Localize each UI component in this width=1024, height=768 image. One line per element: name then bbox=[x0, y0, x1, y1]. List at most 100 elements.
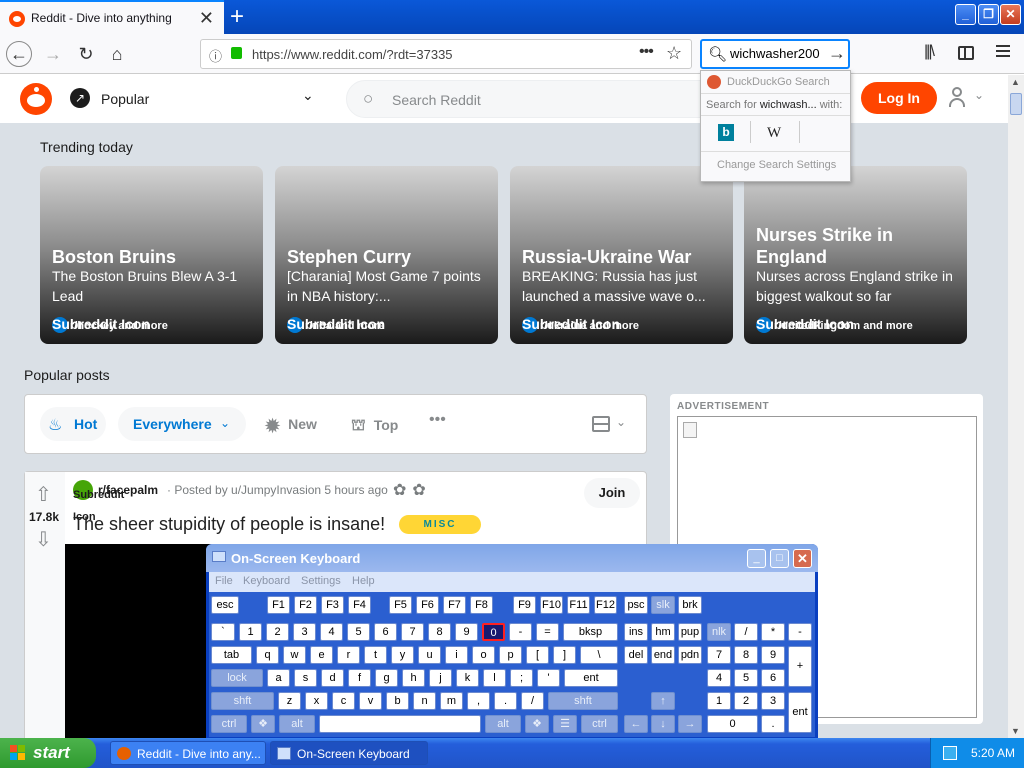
key-x[interactable]: x bbox=[305, 692, 328, 710]
key-u[interactable]: u bbox=[418, 646, 441, 664]
key-q[interactable]: q bbox=[256, 646, 279, 664]
key-f6[interactable]: F6 bbox=[416, 596, 439, 614]
key-down-arrow[interactable]: ↓ bbox=[651, 715, 675, 733]
downvote-icon[interactable]: ⇩ bbox=[35, 527, 52, 552]
window-close-button[interactable]: ✕ bbox=[1000, 4, 1021, 25]
key-ins[interactable]: ins bbox=[624, 623, 648, 641]
more-options-icon[interactable]: ••• bbox=[429, 411, 446, 429]
key-e[interactable]: e bbox=[310, 646, 333, 664]
library-icon[interactable]: |||\ bbox=[924, 43, 935, 61]
scroll-thumb[interactable] bbox=[1010, 93, 1022, 115]
new-tab-button[interactable]: + bbox=[230, 3, 244, 31]
key-0[interactable]: 0 bbox=[482, 623, 505, 641]
windows-key-icon[interactable]: ❖ bbox=[525, 715, 549, 733]
trending-card[interactable]: Boston Bruins The Boston Bruins Blew A 3… bbox=[40, 166, 263, 344]
vertical-scrollbar[interactable]: ▲ ▼ bbox=[1008, 75, 1024, 738]
key-hm[interactable]: hm bbox=[651, 623, 675, 641]
login-button[interactable]: Log In bbox=[861, 82, 937, 114]
key-left-arrow[interactable]: ← bbox=[624, 715, 648, 733]
key-r[interactable]: r bbox=[337, 646, 360, 664]
key-num-4[interactable]: 4 bbox=[707, 669, 731, 687]
windows-key-icon[interactable]: ❖ bbox=[251, 715, 275, 733]
key-f2[interactable]: F2 bbox=[294, 596, 317, 614]
layout-card-icon[interactable] bbox=[592, 416, 610, 432]
key-f5[interactable]: F5 bbox=[389, 596, 412, 614]
key-t[interactable]: t bbox=[364, 646, 387, 664]
key-z[interactable]: z bbox=[278, 692, 301, 710]
post-title[interactable]: The sheer stupidity of people is insane! bbox=[73, 514, 385, 535]
trending-card[interactable]: Russia-Ukraine War BREAKING: Russia has … bbox=[510, 166, 733, 344]
forward-button[interactable]: → bbox=[40, 41, 66, 67]
key-pdn[interactable]: pdn bbox=[678, 646, 702, 664]
search-go-icon[interactable]: → bbox=[828, 43, 846, 64]
scroll-up-icon[interactable]: ▲ bbox=[1011, 77, 1020, 87]
trending-card[interactable]: Stephen Curry [Charania] Most Game 7 poi… bbox=[275, 166, 498, 344]
taskbar-item-firefox[interactable]: Reddit - Dive into any... bbox=[110, 741, 266, 765]
osk-titlebar[interactable]: On-Screen Keyboard _ □ ✕ bbox=[206, 544, 818, 572]
context-menu-key-icon[interactable]: ☰ bbox=[553, 715, 577, 733]
osk-minimize-button[interactable]: _ bbox=[747, 549, 766, 568]
key-g[interactable]: g bbox=[375, 669, 398, 687]
key-period[interactable]: . bbox=[494, 692, 517, 710]
minimize-button[interactable]: _ bbox=[955, 4, 976, 25]
reload-button[interactable]: ↻ bbox=[73, 41, 99, 67]
key-up-arrow[interactable]: ↑ bbox=[651, 692, 675, 710]
subreddit-link[interactable]: r/facepalm bbox=[98, 483, 158, 497]
taskbar-item-osk[interactable]: On-Screen Keyboard bbox=[270, 741, 428, 765]
osk-menu-help[interactable]: Help bbox=[352, 575, 375, 587]
sort-hot-button[interactable]: ♨ Hot bbox=[40, 407, 106, 441]
key-rctrl[interactable]: ctrl bbox=[581, 715, 618, 733]
osk-menu-file[interactable]: File bbox=[215, 575, 233, 587]
key-num-0[interactable]: 0 bbox=[707, 715, 758, 733]
key-5[interactable]: 5 bbox=[347, 623, 370, 641]
key-f[interactable]: f bbox=[348, 669, 371, 687]
key-n[interactable]: n bbox=[413, 692, 436, 710]
osk-menu-keyboard[interactable]: Keyboard bbox=[243, 575, 290, 587]
key-right-arrow[interactable]: → bbox=[678, 715, 702, 733]
change-search-settings-link[interactable]: Change Search Settings bbox=[717, 159, 836, 171]
key-num-2[interactable]: 2 bbox=[734, 692, 758, 710]
key-d[interactable]: d bbox=[321, 669, 344, 687]
key-f7[interactable]: F7 bbox=[443, 596, 466, 614]
join-button[interactable]: Join bbox=[584, 478, 640, 508]
key-num-divide[interactable]: / bbox=[734, 623, 758, 641]
key-nlk[interactable]: nlk bbox=[707, 623, 731, 641]
restore-button[interactable]: ❐ bbox=[978, 4, 999, 25]
key-lock[interactable]: lock bbox=[211, 669, 263, 687]
key-f4[interactable]: F4 bbox=[348, 596, 371, 614]
key-1[interactable]: 1 bbox=[239, 623, 262, 641]
wikipedia-icon[interactable]: W bbox=[767, 125, 781, 142]
key-k[interactable]: k bbox=[456, 669, 479, 687]
key-7[interactable]: 7 bbox=[401, 623, 424, 641]
key-6[interactable]: 6 bbox=[374, 623, 397, 641]
key-i[interactable]: i bbox=[445, 646, 468, 664]
key-lalt[interactable]: alt bbox=[279, 715, 315, 733]
key-pup[interactable]: pup bbox=[678, 623, 702, 641]
key-f1[interactable]: F1 bbox=[267, 596, 290, 614]
scroll-down-icon[interactable]: ▼ bbox=[1011, 726, 1020, 736]
browser-search-box[interactable]: 🔍︎ → bbox=[700, 39, 850, 69]
key-lshift[interactable]: shft bbox=[211, 692, 274, 710]
osk-maximize-button[interactable]: □ bbox=[770, 549, 789, 568]
feed-selector-label[interactable]: Popular bbox=[101, 91, 149, 107]
bing-icon[interactable]: b bbox=[718, 124, 734, 141]
key-w[interactable]: w bbox=[283, 646, 306, 664]
key-num-multiply[interactable]: * bbox=[761, 623, 785, 641]
key-b[interactable]: b bbox=[386, 692, 409, 710]
key-f9[interactable]: F9 bbox=[513, 596, 536, 614]
post-flair[interactable]: MISC bbox=[399, 515, 481, 534]
key-l[interactable]: l bbox=[483, 669, 506, 687]
key-rbracket[interactable]: ] bbox=[553, 646, 576, 664]
key-m[interactable]: m bbox=[440, 692, 463, 710]
key-a[interactable]: a bbox=[267, 669, 290, 687]
key-c[interactable]: c bbox=[332, 692, 355, 710]
upvote-icon[interactable]: ⇧ bbox=[35, 482, 52, 507]
key-end[interactable]: end bbox=[651, 646, 675, 664]
key-num-3[interactable]: 3 bbox=[761, 692, 785, 710]
tab-reddit[interactable]: Reddit - Dive into anything ✕ bbox=[0, 0, 224, 34]
sort-new-button[interactable]: ✹ New bbox=[265, 416, 317, 437]
start-button[interactable]: start bbox=[0, 738, 96, 768]
key-tab[interactable]: tab bbox=[211, 646, 252, 664]
key-esc[interactable]: esc bbox=[211, 596, 239, 614]
key-minus[interactable]: - bbox=[509, 623, 532, 641]
